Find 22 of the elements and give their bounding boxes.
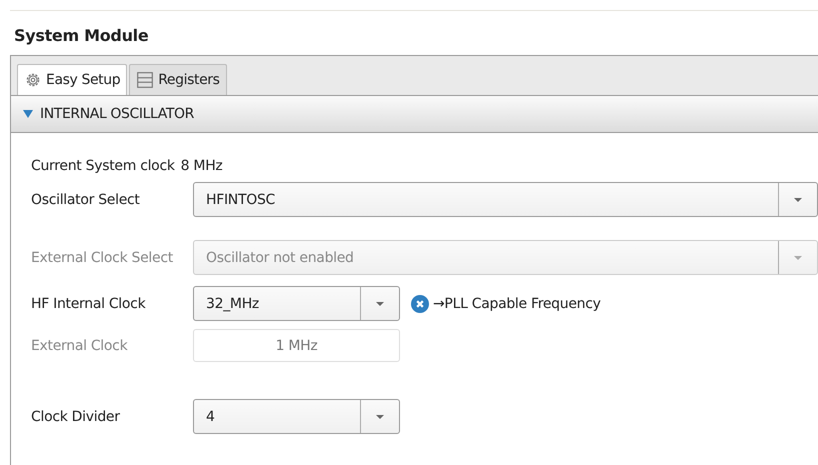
- gear-icon: [24, 71, 42, 89]
- field-label: Clock Divider: [31, 408, 121, 424]
- caret-icon: [794, 256, 802, 260]
- field-label: External Clock: [31, 338, 128, 354]
- field-label: HF Internal Clock: [31, 296, 146, 312]
- section-header[interactable]: INTERNAL OSCILLATOR: [11, 96, 818, 133]
- tab[interactable]: Easy Setup: [17, 64, 128, 95]
- field-label: External Clock Select: [31, 250, 174, 266]
- error-icon: [411, 294, 429, 312]
- caret-icon: [794, 198, 802, 202]
- clock-value: 8 MHz: [180, 158, 222, 174]
- list-icon: [136, 71, 154, 89]
- caret-icon: [376, 302, 384, 306]
- field-label: Oscillator Select: [31, 192, 141, 208]
- page-title: System Module: [13, 25, 150, 45]
- caret-icon: [376, 414, 384, 418]
- validation-message: →PLL Capable Frequency: [433, 296, 601, 312]
- dropdown[interactable]: 4: [193, 399, 400, 434]
- dropdown[interactable]: 32_MHz: [193, 286, 400, 321]
- dropdown[interactable]: HFINTOSC: [193, 182, 818, 217]
- field-label: Current System clock: [31, 158, 175, 174]
- tab[interactable]: Registers: [129, 64, 227, 95]
